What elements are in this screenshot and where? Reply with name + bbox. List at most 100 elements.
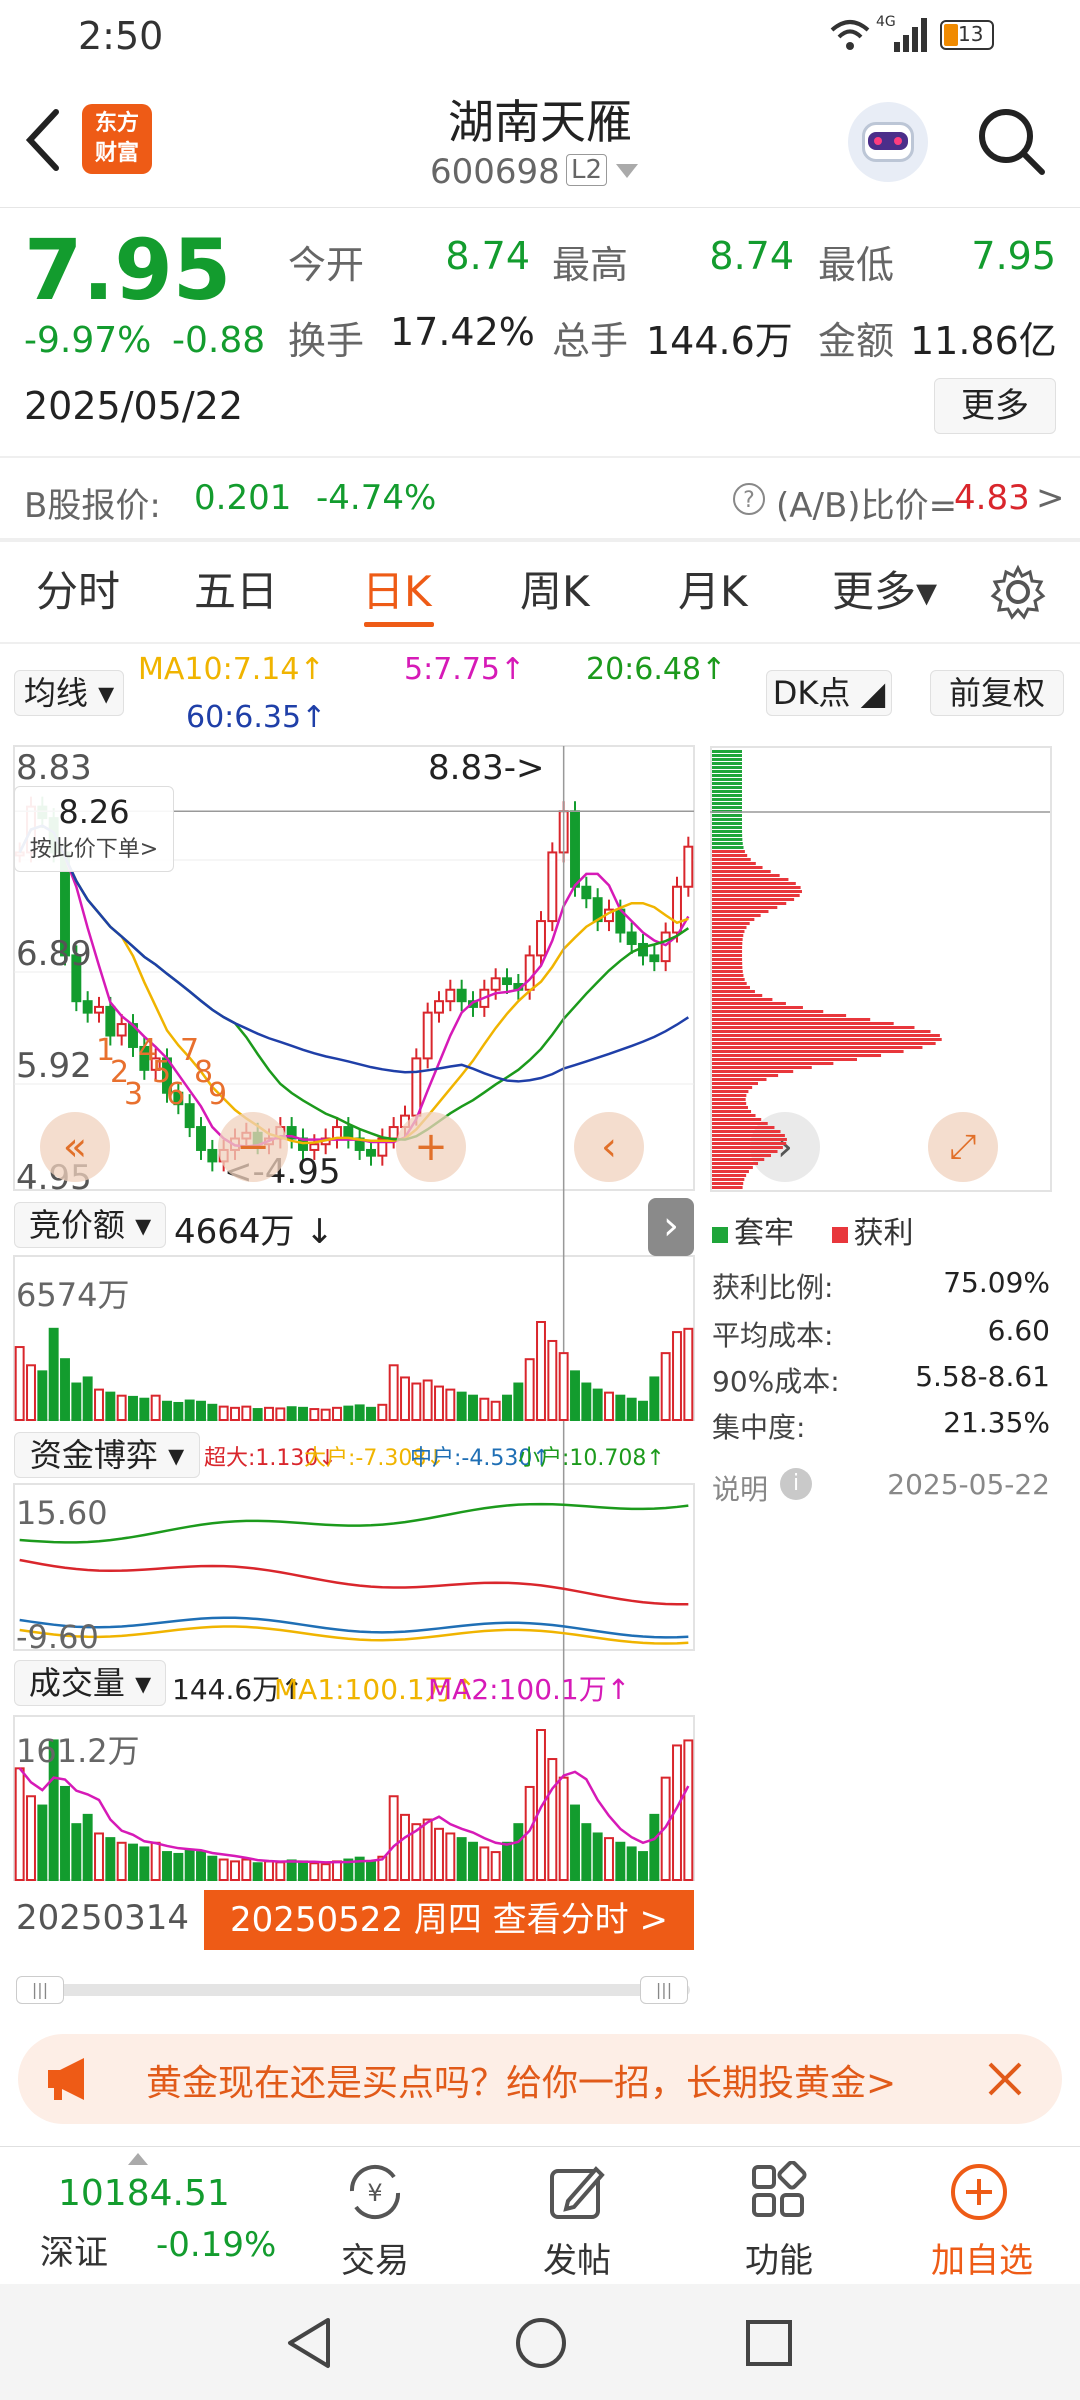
close-icon[interactable] <box>986 2060 1024 2098</box>
dk-point-button[interactable]: DK点 ◢ <box>766 670 892 716</box>
add-watchlist-label[interactable]: 加自选 <box>912 2233 1052 2282</box>
bidding-bar <box>37 1370 48 1421</box>
volume-bar <box>207 1855 218 1881</box>
expand-panel-icon[interactable]: › <box>648 1198 694 1256</box>
tab-intraday[interactable]: 分时 <box>36 558 120 619</box>
promo-banner[interactable]: 黄金现在还是买点吗？给你一招，长期投黄金> <box>18 2034 1062 2124</box>
chip-bar <box>712 758 742 761</box>
chip-bar <box>712 1014 847 1017</box>
app-logo[interactable]: 东方 财富 <box>82 104 152 174</box>
kline-chart[interactable]: 123456789 <box>0 740 700 1980</box>
add-watchlist-icon[interactable] <box>948 2161 1010 2223</box>
index-name[interactable]: 深证 <box>40 2225 108 2274</box>
volume-bar <box>638 1851 648 1881</box>
nav-home-icon[interactable] <box>514 2316 568 2370</box>
scroll-left-icon[interactable]: « <box>40 1112 110 1182</box>
chip-bar <box>712 774 742 777</box>
nav-recents-icon[interactable] <box>744 2318 794 2368</box>
volume-bar <box>502 1841 512 1882</box>
chip-bar <box>712 954 743 957</box>
tab-more[interactable]: 更多▾ <box>832 558 937 619</box>
tab-weekly-k[interactable]: 周K <box>520 558 590 619</box>
bidding-dropdown[interactable]: 竞价额 ▾ <box>14 1202 166 1248</box>
zoom-out-icon[interactable]: − <box>218 1112 288 1182</box>
chevron-down-icon[interactable] <box>616 164 638 178</box>
system-nav-bar <box>0 2284 1080 2400</box>
more-quote-button[interactable]: 更多 <box>934 378 1056 434</box>
avg-cost-value: 6.60 <box>987 1314 1050 1347</box>
bidding-bar <box>298 1406 308 1421</box>
bidding-axis-max: 6574万 <box>16 1276 130 1314</box>
chip-bar <box>712 966 743 969</box>
expand-up-icon[interactable] <box>128 2153 148 2165</box>
candle-body <box>94 1005 104 1014</box>
search-icon[interactable] <box>976 106 1048 178</box>
price-tooltip[interactable]: 8.26 按此价下单> <box>14 786 174 872</box>
start-date: 20250314 <box>16 1898 190 1938</box>
bidding-bar <box>218 1405 229 1421</box>
chip-bar <box>712 1118 762 1121</box>
cost90-label: 90%成本: <box>712 1365 840 1398</box>
chip-bar <box>712 1150 778 1153</box>
index-value[interactable]: 10184.51 <box>58 2173 230 2214</box>
step-left-icon[interactable]: ‹ <box>574 1112 644 1182</box>
bidding-bar <box>581 1382 592 1421</box>
scrollbar-left-handle[interactable]: ||| <box>16 1976 64 2004</box>
nav-back-icon[interactable] <box>284 2316 334 2370</box>
volume-dropdown-label: 成交量 <box>28 1664 125 1702</box>
chip-bar <box>712 1162 759 1165</box>
candle-body <box>456 988 467 1003</box>
chip-bar <box>712 834 743 837</box>
chip-bar <box>712 978 745 981</box>
bidding-bar <box>71 1382 82 1421</box>
ma20-label: 20:6.48↑ <box>586 652 727 687</box>
status-time: 2:50 <box>78 14 164 58</box>
bidding-bar <box>445 1388 456 1421</box>
bidding-bar <box>388 1364 399 1421</box>
post-icon[interactable] <box>546 2161 608 2223</box>
app-header: 东方 财富 湖南天雁 600698 L2 <box>0 72 1080 208</box>
tab-five-day[interactable]: 五日 <box>194 558 278 619</box>
adjust-mode-button[interactable]: 前复权 <box>930 670 1064 716</box>
indicator-dropdown[interactable]: 均线 ▾ <box>14 670 124 716</box>
bidding-bar <box>524 1358 535 1421</box>
settings-gear-icon[interactable] <box>990 564 1046 620</box>
function-grid-icon[interactable] <box>748 2161 810 2223</box>
trade-label[interactable]: 交易 <box>320 2233 430 2282</box>
chip-bar <box>712 1026 915 1029</box>
tab-monthly-k[interactable]: 月K <box>678 558 748 619</box>
tab-daily-k[interactable]: 日K <box>362 558 432 619</box>
chart-scrollbar[interactable] <box>16 1984 690 1996</box>
pattern-marker: 9 <box>208 1077 227 1112</box>
view-intraday-button[interactable]: 20250522 周四 查看分时 > <box>204 1890 694 1950</box>
robot-assistant-icon[interactable] <box>848 102 928 182</box>
chip-legend: 套牢 获利 <box>712 1208 914 1252</box>
back-icon[interactable] <box>22 108 62 172</box>
volume-bar <box>128 1843 138 1882</box>
zoom-in-icon[interactable]: + <box>396 1112 466 1182</box>
level2-badge[interactable]: L2 <box>566 154 608 186</box>
scrollbar-right-handle[interactable]: ||| <box>640 1976 688 2004</box>
chip-bar <box>712 754 742 757</box>
chip-bar <box>712 1126 775 1129</box>
help-icon[interactable]: ? <box>732 482 766 516</box>
chip-distribution-chart[interactable] <box>710 746 1055 1196</box>
low-label: 最低 <box>818 243 895 287</box>
trade-icon[interactable]: ¥ <box>344 2161 406 2223</box>
concentration-label: 集中度: <box>712 1411 806 1444</box>
profit-ratio-label: 获利比例: <box>712 1271 834 1304</box>
chip-bar <box>712 1182 744 1185</box>
post-label[interactable]: 发帖 <box>522 2233 632 2282</box>
volume-bar <box>513 1823 524 1881</box>
capital-small-line <box>19 1502 689 1544</box>
function-label[interactable]: 功能 <box>724 2233 834 2282</box>
info-icon[interactable]: i <box>780 1468 812 1500</box>
volume-dropdown[interactable]: 成交量 ▾ <box>14 1660 166 1706</box>
chip-bar <box>712 790 742 793</box>
chip-note-label[interactable]: 说明 <box>712 1468 768 1508</box>
bidding-bar <box>60 1358 70 1421</box>
index-pct[interactable]: -0.19% <box>156 2225 276 2265</box>
capital-dropdown[interactable]: 资金博弈 ▾ <box>14 1432 200 1478</box>
candle-body <box>105 1005 116 1037</box>
banner-text: 黄金现在还是买点吗？给你一招，长期投黄金> <box>146 2063 897 2104</box>
